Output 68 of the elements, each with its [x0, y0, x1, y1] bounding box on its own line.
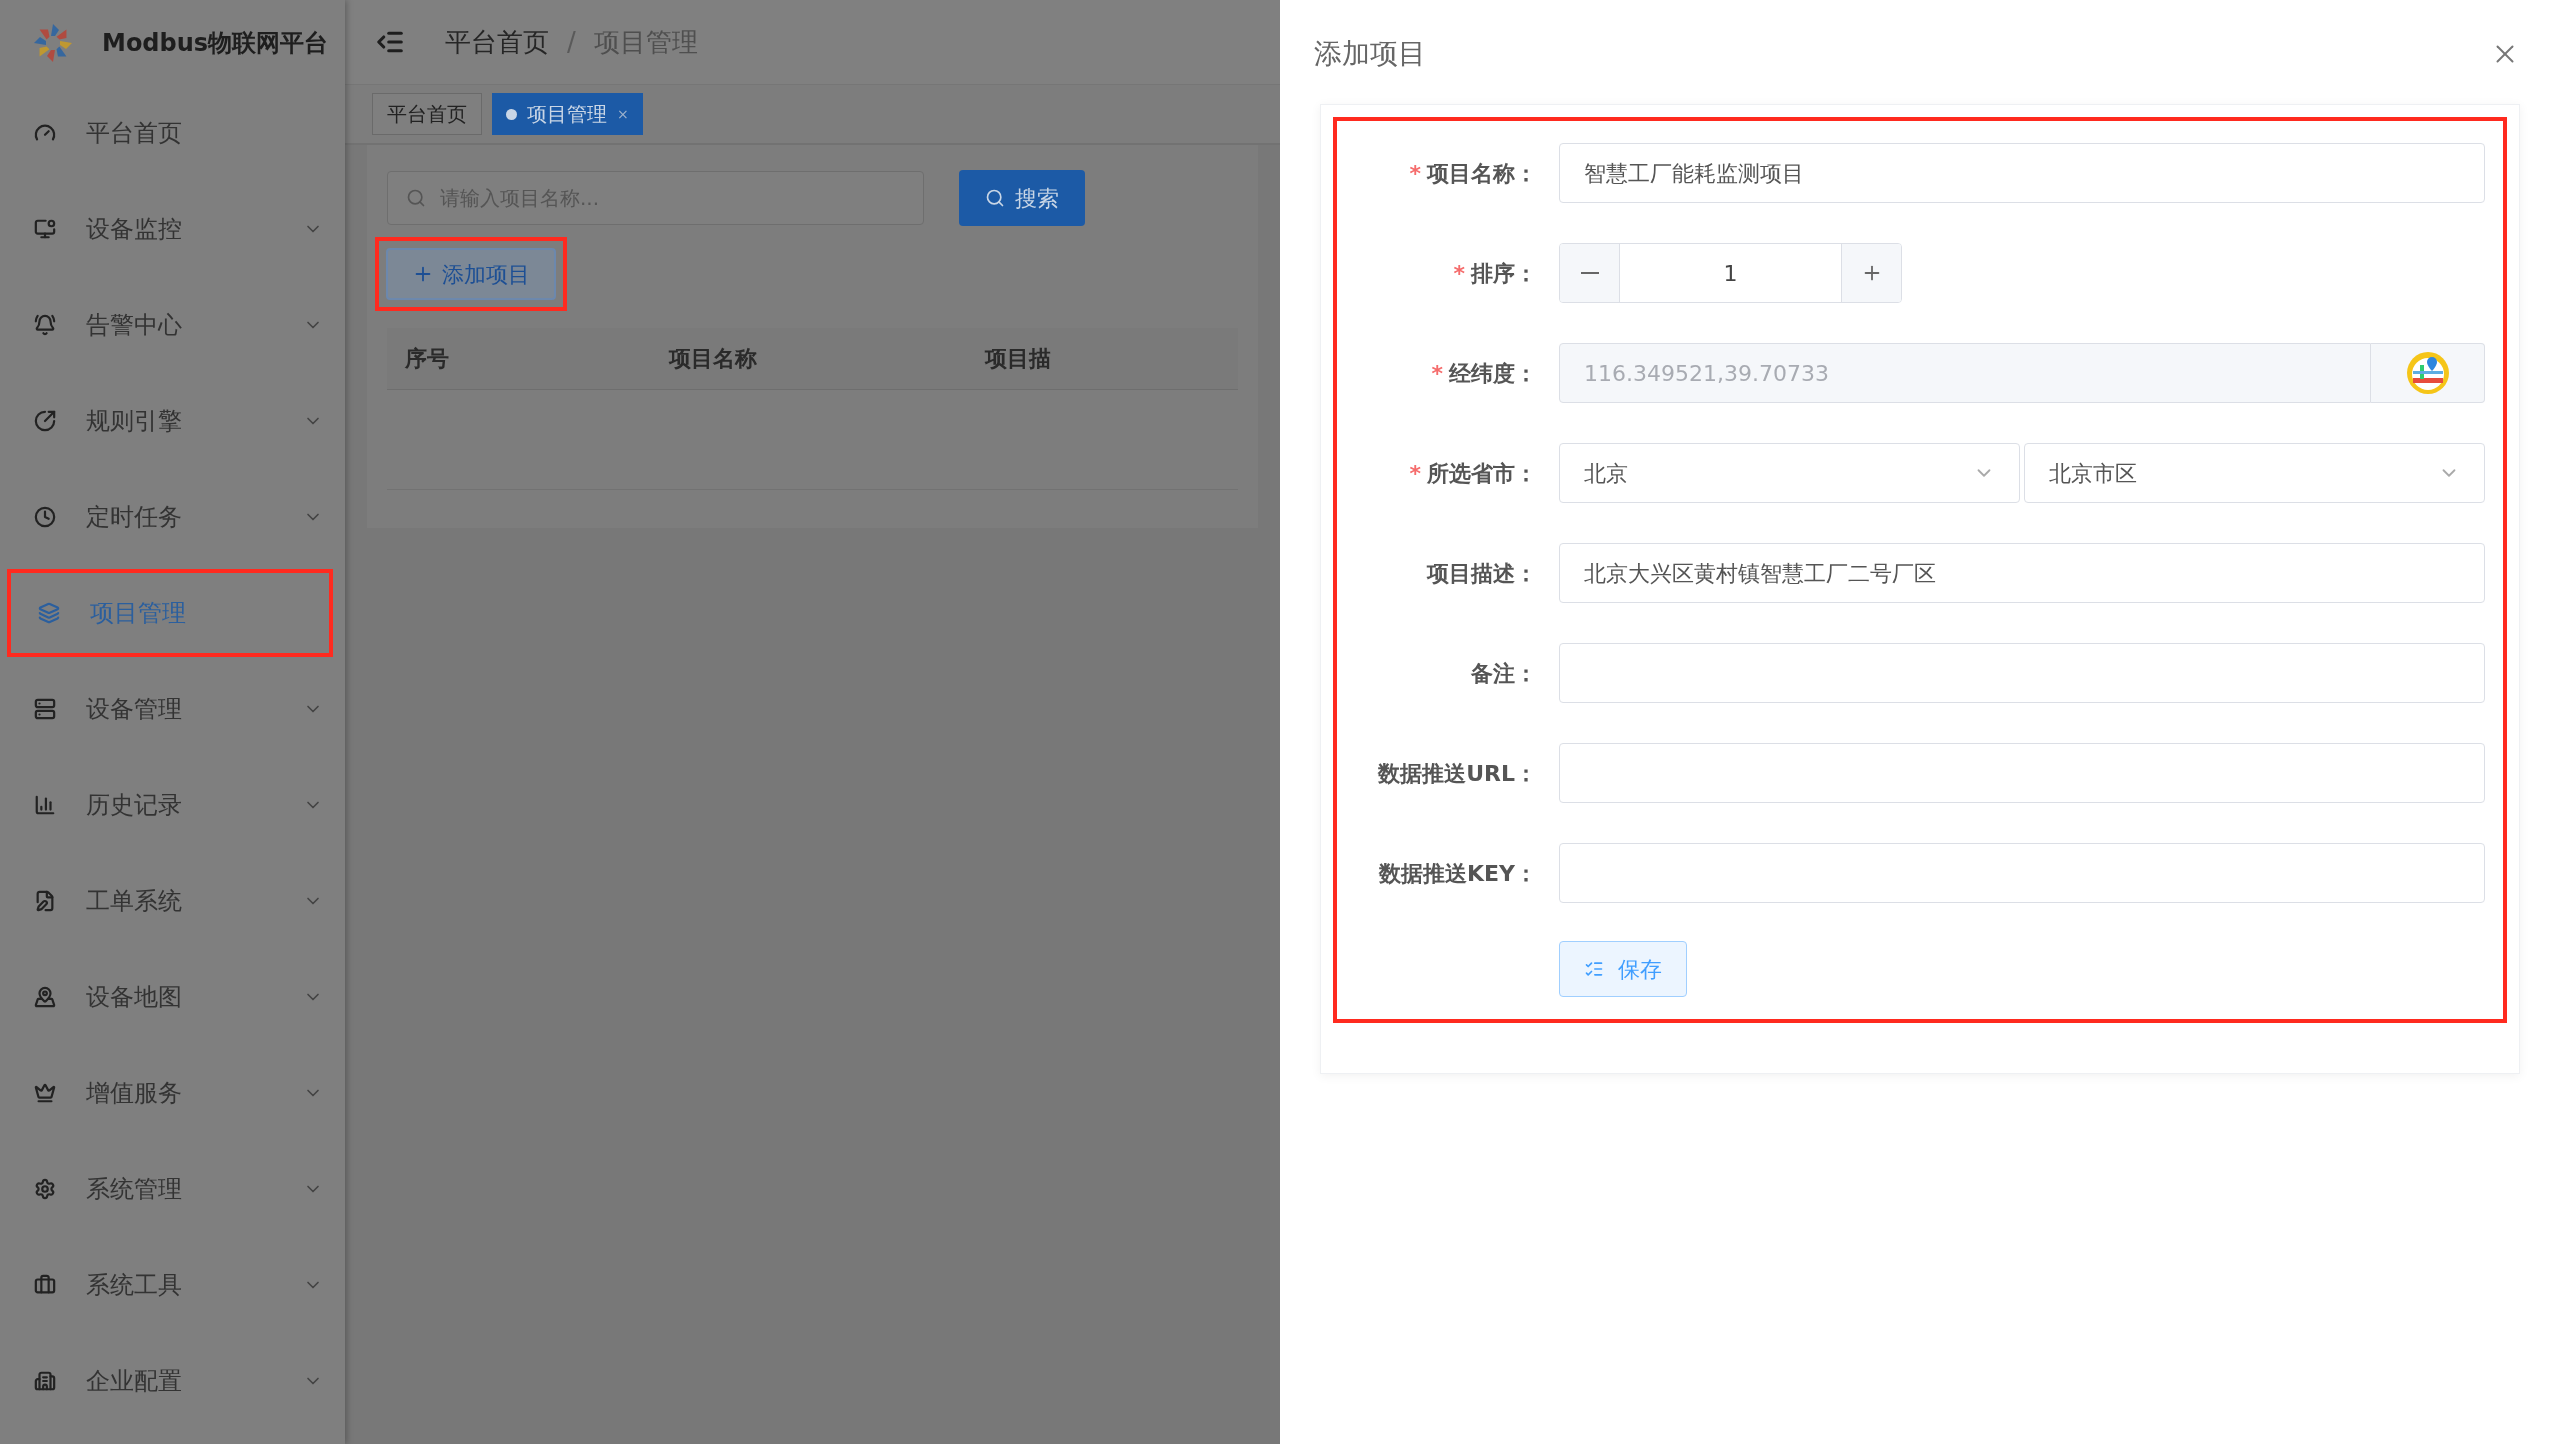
field-label: 数据推送URL： — [1378, 760, 1537, 786]
sidebar-item[interactable]: 系统管理 — [0, 1141, 345, 1237]
sidebar-item[interactable]: 增值服务 — [0, 1045, 345, 1141]
sidebar-item[interactable]: 历史记录 — [0, 757, 345, 853]
document-edit-icon — [34, 890, 56, 912]
text-input-field[interactable] — [1559, 643, 2485, 703]
column-header: 项目名称 — [669, 345, 758, 373]
field-label: * 排序： — [1453, 260, 1537, 286]
arrow-circle-icon — [34, 410, 56, 432]
search-button[interactable]: 搜索 — [959, 170, 1085, 226]
server-icon — [34, 698, 56, 720]
required-mark: * — [1431, 360, 1443, 386]
sidebar-item[interactable]: 定时任务 — [0, 469, 345, 565]
field-label: 项目描述： — [1427, 560, 1537, 586]
column-header: 项目描 — [985, 345, 1051, 373]
sidebar-item[interactable]: 设备管理 — [0, 661, 345, 757]
page-tab[interactable]: 项目管理 × — [492, 93, 643, 135]
field-label: 备注： — [1471, 660, 1537, 686]
crown-icon — [34, 1082, 56, 1104]
sidebar-item[interactable]: 设备监控 — [0, 181, 345, 277]
required-mark: * — [1409, 160, 1421, 186]
map-icon — [34, 986, 56, 1008]
text-input-field[interactable] — [1559, 743, 2485, 803]
field-label: 数据推送KEY： — [1379, 860, 1537, 886]
map-picker-button[interactable] — [2371, 343, 2485, 403]
field-label: * 经纬度： — [1431, 360, 1537, 386]
search-icon — [985, 188, 1005, 208]
check-list-icon — [1584, 959, 1604, 979]
breadcrumb-link[interactable]: 平台首页 — [445, 22, 549, 62]
field-label: * 所选省市： — [1409, 460, 1537, 486]
text-input-field[interactable]: 智慧工厂能耗监测项目 — [1559, 143, 2485, 203]
tab-close-icon[interactable]: × — [617, 103, 629, 125]
sidebar-item[interactable]: 规则引擎 — [0, 373, 345, 469]
alarm-icon — [34, 314, 56, 336]
text-input-field[interactable]: 北京大兴区黄村镇智慧工厂二号厂区 — [1559, 543, 2485, 603]
required-mark: * — [1409, 460, 1421, 486]
building-icon — [34, 1370, 56, 1392]
sidebar-item[interactable]: 项目管理 — [4, 573, 329, 653]
page-tab[interactable]: 平台首页 — [372, 93, 482, 135]
field-label: * 项目名称： — [1409, 160, 1537, 186]
text-input-field[interactable] — [1559, 843, 2485, 903]
app-title: Modbus物联网平台 — [102, 27, 329, 59]
sidebar-item[interactable]: 告警中心 — [0, 277, 345, 373]
column-header: 序号 — [405, 345, 450, 373]
clock-icon — [34, 506, 56, 528]
increase-button[interactable] — [1841, 244, 1901, 302]
sidebar-item[interactable]: 平台首页 — [0, 85, 345, 181]
select-field[interactable]: 北京市区 — [2024, 443, 2485, 503]
toolbox-icon — [34, 1274, 56, 1296]
minus-icon — [1580, 272, 1599, 274]
settings-icon — [34, 1178, 56, 1200]
monitor-icon — [34, 218, 56, 240]
add-project-button[interactable]: 添加项目 — [386, 248, 556, 300]
bar-chart-icon — [34, 794, 56, 816]
sidebar-item[interactable]: 系统工具 — [0, 1237, 345, 1333]
breadcrumb-separator: / — [567, 25, 576, 59]
decrease-button[interactable] — [1560, 244, 1620, 302]
map-pin-icon — [2405, 351, 2450, 395]
search-icon — [406, 188, 426, 208]
sidebar-item[interactable]: 企业配置 — [0, 1333, 345, 1429]
required-mark: * — [1453, 260, 1465, 286]
drawer-title: 添加项目 — [1314, 36, 1426, 72]
sidebar-item[interactable]: 工单系统 — [0, 853, 345, 949]
select-field[interactable]: 北京 — [1559, 443, 2020, 503]
number-input-field[interactable]: 1 — [1559, 243, 1902, 303]
save-button[interactable]: 保存 — [1559, 941, 1687, 997]
sidebar-item[interactable]: 设备地图 — [0, 949, 345, 1045]
layers-icon — [38, 602, 60, 624]
